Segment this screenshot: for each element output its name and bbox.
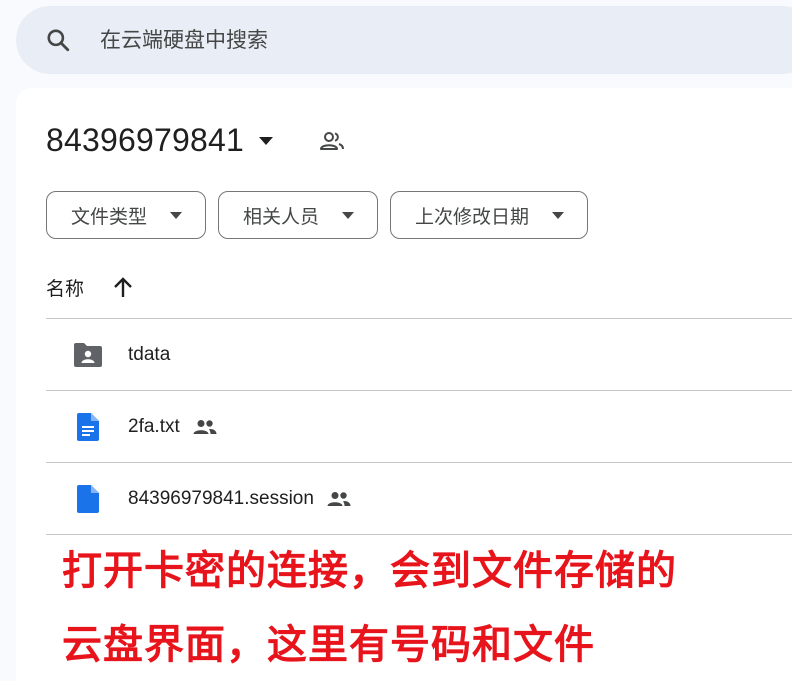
caret-down-icon [341,208,355,222]
search-icon[interactable] [44,26,72,54]
file-list: tdata 2fa.txt 84396979841.session [46,318,792,535]
people-outline-icon[interactable] [318,127,346,155]
folder-title[interactable]: 84396979841 [46,122,244,159]
file-name: tdata [128,343,171,365]
filter-label: 文件类型 [71,205,148,228]
file-row[interactable]: 84396979841.session [46,462,792,534]
list-divider [46,534,792,535]
file-row[interactable]: 2fa.txt [46,390,792,462]
file-name: 2fa.txt [128,415,180,437]
search-bar[interactable] [16,6,792,74]
filter-label: 相关人员 [243,205,320,228]
caret-down-icon [169,208,183,222]
shared-folder-icon [72,339,104,371]
filter-file-type[interactable]: 文件类型 [46,191,207,239]
people-icon [326,486,352,512]
filter-chips: 文件类型 相关人员 上次修改日期 [46,191,589,239]
arrow-up-icon[interactable] [110,275,136,301]
file-row[interactable]: tdata [46,318,792,390]
filter-label: 上次修改日期 [415,205,530,228]
caret-down-icon [551,208,565,222]
file-name: 84396979841.session [128,487,314,509]
column-header-name[interactable]: 名称 [46,274,84,301]
caret-down-icon[interactable] [256,131,276,151]
annotation-text: 云盘界面，这里有号码和文件 [62,622,595,668]
filter-people[interactable]: 相关人员 [218,191,379,239]
document-icon [72,411,104,443]
search-input[interactable] [100,28,660,52]
sort-header: 名称 [46,274,136,301]
annotation-text: 打开卡密的连接，会到文件存储的 [62,548,677,594]
file-icon [72,483,104,515]
people-icon [192,414,218,440]
folder-title-row: 84396979841 [46,122,346,159]
filter-last-modified[interactable]: 上次修改日期 [390,191,589,239]
